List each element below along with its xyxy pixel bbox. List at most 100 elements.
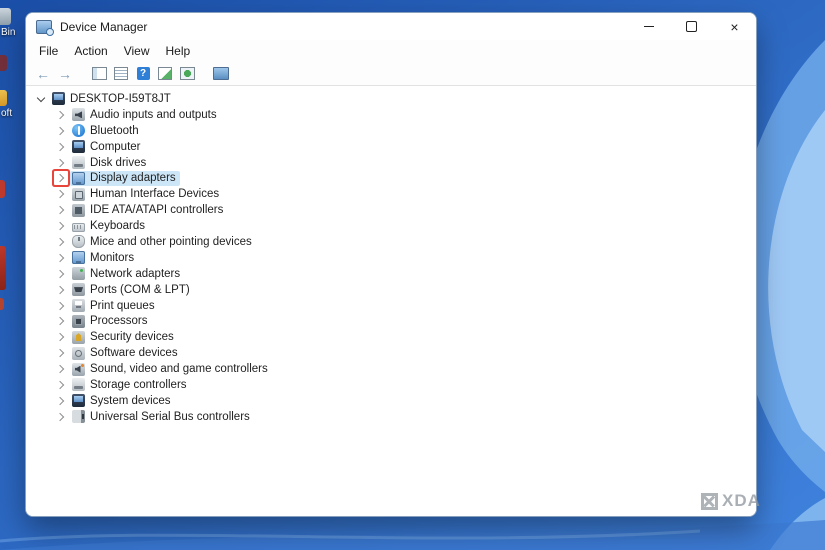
ports-icon xyxy=(72,283,85,297)
desktop-icon[interactable] xyxy=(0,298,4,310)
minimize-button[interactable] xyxy=(627,13,670,40)
tree-item-label: IDE ATA/ATAPI controllers xyxy=(90,204,224,217)
devices-button[interactable] xyxy=(210,64,232,83)
tree-item[interactable]: Bluetooth xyxy=(26,123,756,139)
expand-chevron-icon[interactable] xyxy=(54,394,68,408)
desktop-icon[interactable] xyxy=(0,55,7,71)
tree-item-label: System devices xyxy=(90,394,171,407)
expand-chevron-icon-highlighted[interactable] xyxy=(54,171,68,185)
device-manager-window: Device Manager × File Action View Help D… xyxy=(25,12,757,517)
device-manager-icon xyxy=(36,19,54,36)
tree-item[interactable]: IDE ATA/ATAPI controllers xyxy=(26,202,756,218)
properties-button[interactable] xyxy=(110,64,132,83)
disk-icon xyxy=(72,156,85,169)
title-bar[interactable]: Device Manager × xyxy=(26,13,756,40)
expand-chevron-icon[interactable] xyxy=(54,251,68,265)
hid-icon xyxy=(72,187,85,201)
tree-item[interactable]: Display adapters xyxy=(26,170,756,186)
software-icon xyxy=(72,346,85,360)
tree-item[interactable]: Universal Serial Bus controllers xyxy=(26,409,756,425)
tree-item[interactable]: Processors xyxy=(26,313,756,329)
expand-chevron-icon[interactable] xyxy=(54,156,68,170)
menu-help[interactable]: Help xyxy=(158,42,199,60)
tree-item[interactable]: Print queues xyxy=(26,298,756,314)
desktop-icon[interactable] xyxy=(0,246,6,290)
recycle-bin-icon[interactable] xyxy=(0,8,11,25)
tree-item-label: Mice and other pointing devices xyxy=(90,235,252,248)
expand-chevron-icon[interactable] xyxy=(54,410,68,424)
desktop-icon[interactable] xyxy=(0,90,7,106)
desktop-icon[interactable] xyxy=(0,180,5,198)
tree-root[interactable]: DESKTOP-I59T8JT xyxy=(26,91,756,107)
tree-item[interactable]: Mice and other pointing devices xyxy=(26,234,756,250)
tree-item[interactable]: Audio inputs and outputs xyxy=(26,107,756,123)
tree-item[interactable]: Disk drives xyxy=(26,155,756,171)
tree-item[interactable]: Sound, video and game controllers xyxy=(26,361,756,377)
console-tree-button[interactable] xyxy=(88,64,110,83)
menu-action[interactable]: Action xyxy=(66,42,115,60)
expand-chevron-icon[interactable] xyxy=(54,203,68,217)
expand-chevron-icon[interactable] xyxy=(54,267,68,281)
tree-item-label: Disk drives xyxy=(90,156,147,169)
bluetooth-icon xyxy=(72,124,85,138)
system-icon xyxy=(72,394,85,408)
scan-hardware-button[interactable] xyxy=(176,64,198,83)
expand-chevron-icon[interactable] xyxy=(54,235,68,249)
expand-chevron-icon[interactable] xyxy=(54,124,68,138)
usb-icon xyxy=(72,410,85,424)
tree-item[interactable]: Keyboards xyxy=(26,218,756,234)
expand-chevron-icon[interactable] xyxy=(54,362,68,376)
tree-item-label: Keyboards xyxy=(90,220,145,233)
expand-chevron-icon[interactable] xyxy=(54,346,68,360)
back-button[interactable] xyxy=(32,64,54,83)
tree-item-label: Print queues xyxy=(90,299,155,312)
expand-chevron-icon[interactable] xyxy=(54,219,68,233)
menu-view[interactable]: View xyxy=(116,42,158,60)
tree-item[interactable]: Computer xyxy=(26,139,756,155)
desktop-icon-label[interactable]: Bin xyxy=(1,27,15,38)
display-icon xyxy=(72,171,85,185)
expand-chevron-icon[interactable] xyxy=(54,108,68,122)
tree-item[interactable]: Security devices xyxy=(26,329,756,345)
expand-chevron-icon[interactable] xyxy=(54,283,68,297)
tree-item[interactable]: System devices xyxy=(26,393,756,409)
tree-item[interactable]: Network adapters xyxy=(26,266,756,282)
collapse-chevron-icon[interactable] xyxy=(34,92,48,106)
expand-chevron-icon[interactable] xyxy=(54,378,68,392)
tree-item-label: Ports (COM & LPT) xyxy=(90,283,190,296)
xda-watermark-text: XDA xyxy=(722,491,761,510)
forward-button[interactable] xyxy=(54,64,76,83)
help-button[interactable] xyxy=(132,64,154,83)
tree-item-label: Computer xyxy=(90,140,141,153)
close-button[interactable]: × xyxy=(713,13,756,40)
tree-item-label: Universal Serial Bus controllers xyxy=(90,410,250,423)
tree-item-label: Human Interface Devices xyxy=(90,188,220,201)
expand-chevron-icon[interactable] xyxy=(54,140,68,154)
expand-chevron-icon[interactable] xyxy=(54,187,68,201)
ide-icon xyxy=(72,203,85,217)
expand-chevron-icon[interactable] xyxy=(54,330,68,344)
tree-item[interactable]: Software devices xyxy=(26,345,756,361)
tree-item[interactable]: Storage controllers xyxy=(26,377,756,393)
tree-item[interactable]: Ports (COM & LPT) xyxy=(26,282,756,298)
expand-chevron-icon[interactable] xyxy=(54,299,68,313)
toolbar xyxy=(26,62,756,86)
menu-file[interactable]: File xyxy=(31,42,66,60)
tree-item[interactable]: Human Interface Devices xyxy=(26,186,756,202)
monitor-icon xyxy=(72,251,85,265)
tree-item-label: Audio inputs and outputs xyxy=(90,108,217,121)
network-icon xyxy=(72,267,85,281)
maximize-button[interactable] xyxy=(670,13,713,40)
tree-item-label: Display adapters xyxy=(90,172,176,185)
computer-icon xyxy=(52,92,65,106)
tree-item-label: Network adapters xyxy=(90,267,181,280)
xda-watermark: XDA xyxy=(701,491,761,511)
expand-chevron-icon[interactable] xyxy=(54,314,68,328)
mouse-icon xyxy=(72,235,85,249)
storage-icon xyxy=(72,378,85,392)
audio-icon xyxy=(72,108,85,122)
desktop-icon-label[interactable]: oft xyxy=(1,108,12,119)
tree-item[interactable]: Monitors xyxy=(26,250,756,266)
console-pane: DESKTOP-I59T8JT Audio inputs and outputs… xyxy=(26,86,756,516)
export-list-button[interactable] xyxy=(154,64,176,83)
